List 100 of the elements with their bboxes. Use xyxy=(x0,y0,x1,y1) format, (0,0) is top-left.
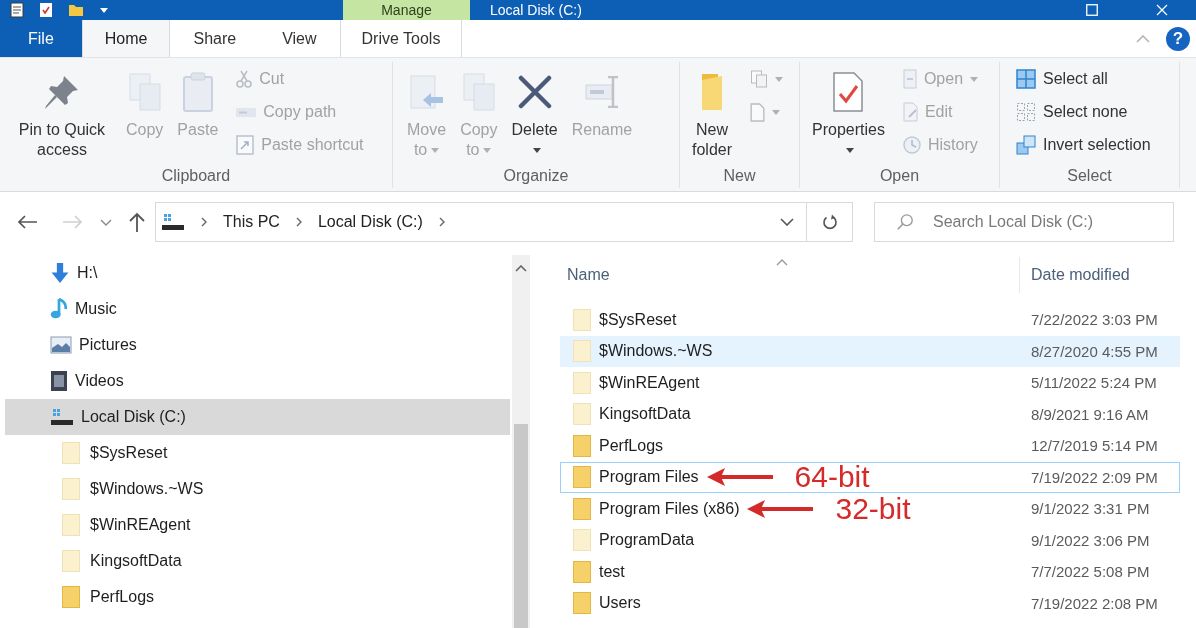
drive-icon xyxy=(161,212,185,232)
sheet-icon[interactable] xyxy=(10,2,24,18)
search-field[interactable]: Search Local Disk (C:) xyxy=(874,202,1174,242)
page-icon xyxy=(750,102,766,122)
group-label: Organize xyxy=(502,166,570,186)
pages-icon xyxy=(750,70,769,88)
nav-item[interactable]: $Windows.~WS xyxy=(5,471,510,507)
file-row[interactable]: PerfLogs 12/7/2019 5:14 PM xyxy=(560,430,1180,462)
nav-item[interactable]: $SysReset xyxy=(5,435,510,471)
chevron-down-icon[interactable] xyxy=(780,218,794,226)
file-name: ProgramData xyxy=(599,531,695,550)
dashed-grid-icon xyxy=(1016,102,1036,122)
file-name: PerfLogs xyxy=(599,436,664,455)
nav-item[interactable]: PerfLogs xyxy=(5,579,510,615)
nav-item[interactable]: Videos xyxy=(5,363,510,399)
file-row[interactable]: Program Files (x86) 32-bit 9/1/2022 3:31 PM xyxy=(560,493,1180,525)
chevron-right-icon[interactable] xyxy=(438,217,445,227)
file-name: KingsoftData xyxy=(599,405,691,424)
pages-icon xyxy=(462,73,495,111)
file-row[interactable]: $Windows.~WS 8/27/2020 4:55 PM xyxy=(560,335,1180,367)
scroll-up-icon[interactable] xyxy=(515,265,527,272)
scrollbar-thumb[interactable] xyxy=(514,424,528,628)
document-icon xyxy=(902,69,917,89)
nav-item[interactable]: Music xyxy=(5,291,510,327)
ribbon-button[interactable]: Delete xyxy=(507,66,562,160)
back-arrow-icon[interactable] xyxy=(17,214,39,230)
ribbon-button[interactable]: Pin to Quick access xyxy=(8,66,116,160)
delete-icon xyxy=(517,75,552,109)
left-arrow-icon xyxy=(747,499,814,518)
search-icon xyxy=(896,213,914,231)
overlapping-squares-icon xyxy=(1016,135,1036,155)
grid-icon xyxy=(1016,69,1036,89)
document-check-icon xyxy=(833,72,864,112)
up-arrow-icon[interactable] xyxy=(128,211,146,233)
refresh-button[interactable] xyxy=(807,202,853,242)
file-name: $Windows.~WS xyxy=(599,342,713,361)
file-tab[interactable]: File xyxy=(0,20,82,57)
chevron-right-icon[interactable] xyxy=(295,217,302,227)
help-button[interactable]: ? xyxy=(1166,26,1190,51)
file-row[interactable]: Users 7/19/2022 2:08 PM xyxy=(560,587,1180,619)
file-row[interactable]: ProgramData 9/1/2022 3:06 PM xyxy=(560,524,1180,556)
text-field-icon xyxy=(584,76,619,108)
chevron-right-icon[interactable] xyxy=(201,217,207,227)
group-label: Open xyxy=(878,166,921,186)
path-bar-icon xyxy=(236,107,257,117)
caret-icon[interactable] xyxy=(100,7,108,13)
file-row[interactable]: KingsoftData 8/9/2021 9:16 AM xyxy=(560,398,1180,430)
column-header[interactable]: Date modified xyxy=(1020,257,1138,293)
pages-icon xyxy=(128,73,161,111)
ribbon-button[interactable]: Invert selection xyxy=(1014,133,1153,157)
drive-icon xyxy=(50,407,74,427)
nav-item[interactable]: $WinREAgent xyxy=(5,507,510,543)
file-name: Users xyxy=(599,594,641,613)
date-modified: 7/22/2022 3:03 PM xyxy=(1030,311,1158,329)
group-label: Clipboard xyxy=(160,166,232,186)
clipboard-icon xyxy=(182,72,213,112)
film-icon xyxy=(50,370,68,392)
column-header[interactable]: Name xyxy=(545,257,1020,293)
sort-caret-icon xyxy=(776,259,788,266)
date-modified: 7/19/2022 2:09 PM xyxy=(1030,468,1158,486)
file-row[interactable]: test 7/7/2022 5:08 PM xyxy=(560,556,1180,588)
window-title: Local Disk (C:) xyxy=(490,2,582,18)
download-arrow-icon xyxy=(50,262,70,284)
breadcrumb-item[interactable]: This PC xyxy=(223,213,280,231)
nav-item[interactable]: Pictures xyxy=(5,327,510,363)
date-modified: 7/7/2022 5:08 PM xyxy=(1030,563,1150,581)
date-modified: 8/27/2020 4:55 PM xyxy=(1030,342,1158,360)
shortcut-icon xyxy=(236,135,255,155)
nav-item[interactable]: H:\ xyxy=(5,255,510,291)
file-row[interactable]: $SysReset 7/22/2022 3:03 PM xyxy=(560,304,1180,336)
ribbon-tab[interactable]: Share xyxy=(170,20,260,57)
chevron-down-icon[interactable] xyxy=(100,218,112,226)
ribbon-button[interactable]: Select none xyxy=(1014,100,1153,124)
file-name: test xyxy=(599,562,625,581)
ribbon-button[interactable]: Select all xyxy=(1014,67,1153,91)
ribbon-button[interactable]: Properties xyxy=(808,66,889,160)
annotation-label: 32-bit xyxy=(835,493,911,524)
nav-item[interactable]: KingsoftData xyxy=(5,543,510,579)
file-row[interactable]: Program Files 64-bit 7/19/2022 2:09 PM xyxy=(560,461,1180,493)
maximize-icon[interactable] xyxy=(1086,4,1098,16)
ribbon-tab[interactable]: View xyxy=(259,20,340,57)
group-label: Select xyxy=(1066,166,1113,186)
date-modified: 5/11/2022 5:24 PM xyxy=(1030,374,1157,392)
date-modified: 8/9/2021 9:16 AM xyxy=(1030,405,1149,423)
address-bar[interactable]: This PC Local Disk (C:) xyxy=(155,202,807,242)
date-modified: 7/19/2022 2:08 PM xyxy=(1030,594,1158,612)
close-icon[interactable] xyxy=(1156,4,1168,16)
folder-icon[interactable] xyxy=(68,4,84,16)
breadcrumb-item[interactable]: Local Disk (C:) xyxy=(317,213,423,231)
date-modified: 9/1/2022 3:06 PM xyxy=(1030,531,1150,549)
ribbon-button[interactable]: New folder xyxy=(688,66,737,160)
file-row[interactable]: $WinREAgent 5/11/2022 5:24 PM xyxy=(560,367,1180,399)
ribbon-tab[interactable]: Home xyxy=(81,20,171,57)
date-modified: 12/7/2019 5:14 PM xyxy=(1030,437,1158,455)
refresh-icon xyxy=(821,213,838,231)
checked-document-icon[interactable] xyxy=(40,3,52,17)
file-name: $WinREAgent xyxy=(599,373,700,392)
left-arrow-icon xyxy=(706,468,773,487)
nav-item[interactable]: Local Disk (C:) xyxy=(5,399,510,435)
pushpin-icon xyxy=(45,75,79,109)
